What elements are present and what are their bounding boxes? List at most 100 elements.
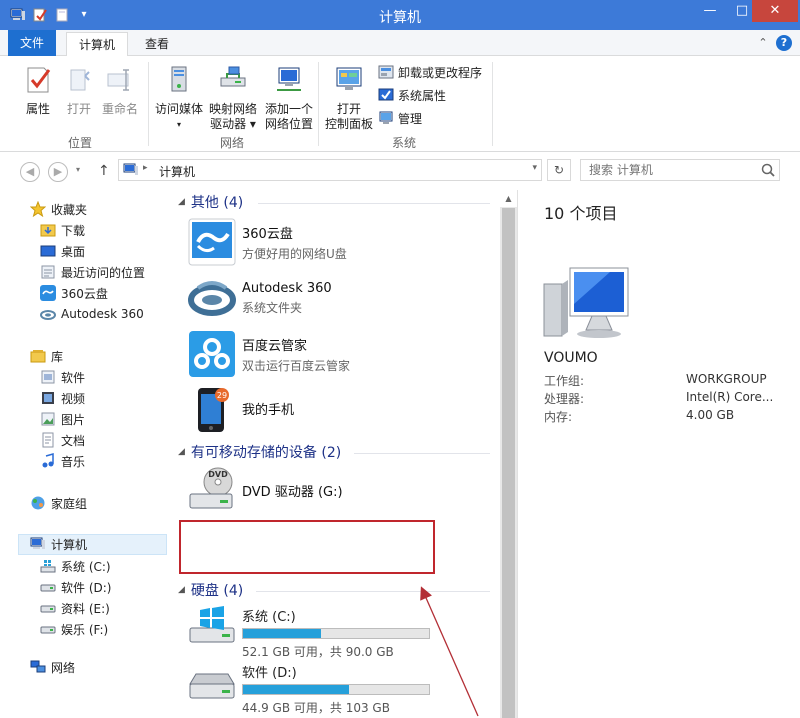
group-label-system: 系统 xyxy=(391,136,416,150)
group-header-other[interactable]: ◢ 其他 (4) xyxy=(178,192,243,212)
close-button[interactable]: ✕ xyxy=(752,0,798,22)
tab-file[interactable]: 文件 xyxy=(8,30,57,56)
sidebar-item-desktop[interactable]: 桌面 xyxy=(40,241,85,261)
sidebar-item-drive-f[interactable]: 娱乐 (F:) xyxy=(40,619,108,639)
sidebar-item-documents[interactable]: 文档 xyxy=(40,430,85,450)
sidebar-item-label: 娱乐 (F:) xyxy=(61,622,109,637)
search-icon[interactable] xyxy=(760,162,776,178)
list-item-my-phone[interactable]: 29 我的手机 xyxy=(188,386,294,434)
sidebar-item-network[interactable]: 网络 xyxy=(30,657,75,677)
up-button[interactable]: ↑ xyxy=(98,163,110,179)
manage-button[interactable]: 管理 xyxy=(378,108,422,128)
sidebar-item-software-library[interactable]: 软件 xyxy=(40,367,85,387)
arrow-left-icon: ◀ xyxy=(25,165,35,178)
sidebar-item-libraries[interactable]: 库 xyxy=(30,346,63,366)
address-history-chevron-icon[interactable]: ▾ xyxy=(532,163,537,173)
properties-button[interactable]: 属性 xyxy=(18,64,58,117)
scroll-up-arrow-icon[interactable]: ▲ xyxy=(500,190,517,207)
list-item-dvd-drive[interactable]: DVD DVD 驱动器 (G:) xyxy=(188,466,343,514)
uninstall-programs-button[interactable]: 卸载或更改程序 xyxy=(378,62,482,82)
sidebar-item-drive-e[interactable]: 资料 (E:) xyxy=(40,598,110,618)
sidebar-item-label: 文档 xyxy=(61,433,86,448)
computer-icon xyxy=(123,163,138,175)
hard-drive-icon xyxy=(40,626,56,634)
help-icon[interactable]: ? xyxy=(776,35,792,51)
group-header-removable[interactable]: ◢ 有可移动存储的设备 (2) xyxy=(178,442,341,462)
sidebar-item-videos[interactable]: 视频 xyxy=(40,388,85,408)
pictures-library-icon xyxy=(41,412,55,426)
sidebar-item-label: 视频 xyxy=(61,391,86,406)
tab-computer[interactable]: 计算机 xyxy=(66,32,129,57)
detail-label: 工作组: xyxy=(544,374,585,388)
sidebar-item-computer[interactable]: 计算机 xyxy=(30,534,87,554)
star-icon xyxy=(30,201,46,217)
sidebar-item-homegroup[interactable]: 家庭组 xyxy=(30,493,87,513)
network-location-icon xyxy=(277,67,301,91)
refresh-button[interactable]: ↻ xyxy=(547,159,571,181)
rename-button[interactable]: 重命名 xyxy=(98,64,142,117)
system-properties-label: 系统属性 xyxy=(398,88,447,103)
detail-value: Intel(R) Core... xyxy=(686,390,774,404)
drive-name: 软件 (D:) xyxy=(242,666,297,681)
open-control-panel-button[interactable]: 打开 控制面板 xyxy=(322,64,376,132)
sidebar-item-360-cloud[interactable]: 360云盘 xyxy=(40,283,108,303)
group-header-label: 有可移动存储的设备 (2) xyxy=(190,445,342,461)
sidebar-item-pictures[interactable]: 图片 xyxy=(40,409,85,429)
sidebar-item-autodesk-360[interactable]: Autodesk 360 xyxy=(40,304,144,324)
computer-large-icon xyxy=(543,267,629,338)
minimize-button[interactable]: — xyxy=(696,0,724,22)
list-item-baidu-cloud[interactable]: 百度云管家 双击运行百度云管家 xyxy=(188,330,350,378)
collapse-triangle-icon: ◢ xyxy=(178,197,185,207)
uninstall-label: 卸载或更改程序 xyxy=(398,65,483,80)
open-button[interactable]: 打开 xyxy=(62,64,96,117)
sidebar-item-downloads[interactable]: 下载 xyxy=(40,220,85,240)
open-label: 打开 xyxy=(66,102,91,116)
content-pane: ◢ 其他 (4) 360云盘 方便好用的网络U盘 Autodesk 360 系统… xyxy=(170,190,500,718)
sidebar-item-label: Autodesk 360 xyxy=(61,307,144,321)
sidebar-item-drive-d[interactable]: 软件 (D:) xyxy=(40,577,111,597)
recent-locations-chevron-icon[interactable]: ▾ xyxy=(76,165,80,174)
network-drive-icon xyxy=(220,66,246,87)
arrow-right-icon: ▶ xyxy=(53,165,63,178)
control-panel-label-1: 打开 xyxy=(336,102,361,116)
search-input[interactable] xyxy=(580,159,780,181)
breadcrumb-chevron-icon[interactable]: ▸ xyxy=(143,163,148,173)
breadcrumb-computer[interactable]: 计算机 xyxy=(159,163,195,180)
sidebar-item-recent-places[interactable]: 最近访问的位置 xyxy=(40,262,145,282)
cloud-360-icon xyxy=(40,285,56,301)
drive-name: 系统 (C:) xyxy=(242,610,296,625)
scrollbar-thumb[interactable] xyxy=(502,208,515,718)
map-network-drive-button[interactable]: 映射网络 驱动器 ▾ xyxy=(206,64,260,132)
dropdown-chevron-icon: ▾ xyxy=(176,120,181,129)
manage-icon xyxy=(379,111,393,124)
ribbon-collapse-chevron-icon[interactable]: ⌃ xyxy=(755,35,771,51)
sidebar-item-drive-c[interactable]: 系统 (C:) xyxy=(40,556,111,576)
dvd-label: DVD xyxy=(208,470,228,479)
list-item-drive-c[interactable]: 系统 (C:) 52.1 GB 可用，共 90.0 GB xyxy=(188,606,430,660)
item-name: 360云盘 xyxy=(242,226,293,242)
group-label-location: 位置 xyxy=(67,136,92,150)
item-name: 我的手机 xyxy=(242,403,295,418)
map-drive-label-2: 驱动器 ▾ xyxy=(210,117,256,131)
system-properties-button[interactable]: 系统属性 xyxy=(378,85,446,105)
windows-drive-icon xyxy=(189,606,235,643)
address-bar[interactable]: ▸ 计算机 ▾ xyxy=(118,159,542,181)
group-header-harddisk[interactable]: ◢ 硬盘 (4) xyxy=(178,580,243,600)
sidebar-item-favorites[interactable]: 收藏夹 xyxy=(30,199,87,219)
list-item-autodesk-360[interactable]: Autodesk 360 系统文件夹 xyxy=(188,274,332,322)
list-item-360-cloud[interactable]: 360云盘 方便好用的网络U盘 xyxy=(188,218,347,266)
sidebar-item-label: 系统 (C:) xyxy=(61,559,111,574)
forward-button[interactable]: ▶ xyxy=(48,162,68,182)
arrow-up-icon: ↑ xyxy=(98,163,110,179)
back-button[interactable]: ◀ xyxy=(20,162,40,182)
list-item-drive-d[interactable]: 软件 (D:) 44.9 GB 可用，共 103 GB xyxy=(188,662,430,716)
access-media-button[interactable]: 访问媒体 ▾ xyxy=(154,64,204,132)
detail-label: 内存: xyxy=(544,410,573,424)
tab-view[interactable]: 查看 xyxy=(133,32,181,56)
detail-label: 处理器: xyxy=(544,392,585,406)
item-description: 系统文件夹 xyxy=(242,300,303,315)
item-count: 10 个项目 xyxy=(544,204,618,223)
drive-usage-fill xyxy=(243,629,322,638)
sidebar-item-music[interactable]: 音乐 xyxy=(40,451,85,471)
add-network-location-button[interactable]: 添加一个 网络位置 xyxy=(262,64,316,132)
